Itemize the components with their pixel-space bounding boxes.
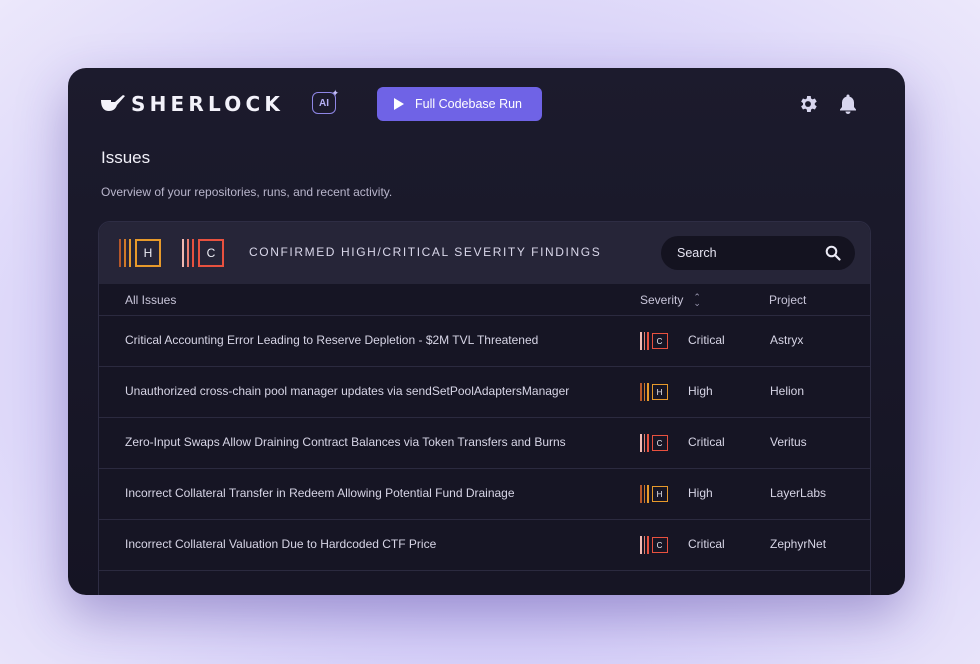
- gear-icon: [801, 96, 817, 112]
- project-name: Veritus: [770, 435, 807, 449]
- project-name: ZephyrNet: [770, 537, 827, 551]
- high-bars-icon: [119, 239, 131, 267]
- sort-icon[interactable]: ⌃ ⌄: [693, 293, 701, 308]
- issue-title[interactable]: Critical Accounting Error Leading to Res…: [125, 333, 538, 347]
- severity-letter: C: [651, 333, 668, 349]
- table-row[interactable]: Unauthorized cross-chain pool manager up…: [99, 367, 870, 418]
- play-icon: [394, 98, 404, 110]
- severity-letter: H: [651, 486, 668, 502]
- page-title: Issues: [101, 148, 151, 167]
- run-button-label: Full Codebase Run: [415, 97, 523, 111]
- table-header: All Issues Severity ⌃ ⌄ Project: [99, 284, 870, 316]
- table-row[interactable]: Critical Accounting Error Leading to Res…: [99, 316, 870, 367]
- project-name: Astryx: [770, 333, 804, 347]
- search-icon[interactable]: [825, 245, 841, 261]
- page-subtitle: Overview of your repositories, runs, and…: [101, 185, 393, 199]
- bell-icon: [840, 94, 856, 114]
- column-project: Project: [769, 293, 807, 307]
- pipe-icon: [100, 94, 126, 114]
- high-severity-icon: H: [640, 383, 668, 401]
- brand-name: SHERLOCK: [131, 92, 285, 116]
- severity-letter: C: [651, 435, 668, 451]
- column-all-issues: All Issues: [125, 293, 177, 307]
- severity-label: Critical: [688, 333, 725, 347]
- settings-button[interactable]: [797, 93, 819, 115]
- column-severity[interactable]: Severity ⌃ ⌄: [640, 293, 701, 308]
- app-window: SHERLOCK AI ✦ Full Codebase Run Issues O…: [68, 68, 905, 595]
- full-codebase-run-button[interactable]: Full Codebase Run: [377, 87, 542, 121]
- critical-severity-icon: C: [640, 434, 668, 452]
- project-name: LayerLabs: [770, 486, 827, 500]
- findings-panel: H C CONFIRMED HIGH/CRITICAL SEVERITY FIN…: [98, 221, 871, 595]
- critical-severity-badge: C: [182, 239, 224, 267]
- critical-bars-icon: [182, 239, 194, 267]
- critical-letter: C: [198, 239, 224, 267]
- severity-letter: C: [651, 537, 668, 553]
- ai-badge[interactable]: AI ✦: [312, 88, 339, 114]
- issue-title[interactable]: Zero-Input Swaps Allow Draining Contract…: [125, 435, 566, 449]
- issue-title[interactable]: Incorrect Collateral Transfer in Redeem …: [125, 486, 515, 500]
- table-row[interactable]: Incorrect Collateral Transfer in Redeem …: [99, 469, 870, 520]
- high-letter: H: [135, 239, 161, 267]
- critical-severity-icon: C: [640, 536, 668, 554]
- issue-title[interactable]: Unauthorized cross-chain pool manager up…: [125, 384, 569, 398]
- severity-label: Critical: [688, 435, 725, 449]
- issues-list: Critical Accounting Error Leading to Res…: [99, 316, 870, 571]
- high-severity-badge: H: [119, 239, 161, 267]
- search-input[interactable]: [677, 246, 817, 260]
- issue-title[interactable]: Incorrect Collateral Valuation Due to Ha…: [125, 537, 436, 551]
- severity-label: High: [688, 384, 713, 398]
- table-row[interactable]: Incorrect Collateral Valuation Due to Ha…: [99, 520, 870, 571]
- top-bar: SHERLOCK AI ✦ Full Codebase Run: [68, 68, 905, 140]
- table-row[interactable]: Zero-Input Swaps Allow Draining Contract…: [99, 418, 870, 469]
- sparkle-icon: ✦: [331, 88, 339, 98]
- project-name: Helion: [770, 384, 805, 398]
- severity-label: Critical: [688, 537, 725, 551]
- sherlock-logo[interactable]: SHERLOCK: [100, 92, 284, 116]
- search-box[interactable]: [661, 236, 855, 270]
- ai-badge-label: AI: [319, 97, 329, 109]
- severity-letter: H: [651, 384, 668, 400]
- notifications-button[interactable]: [837, 93, 859, 115]
- findings-header: H C CONFIRMED HIGH/CRITICAL SEVERITY FIN…: [99, 222, 870, 284]
- high-severity-icon: H: [640, 485, 668, 503]
- severity-label: High: [688, 486, 713, 500]
- severity-header-label: Severity: [640, 293, 684, 307]
- critical-severity-icon: C: [640, 332, 668, 350]
- findings-title: CONFIRMED HIGH/CRITICAL SEVERITY FINDING…: [249, 245, 602, 259]
